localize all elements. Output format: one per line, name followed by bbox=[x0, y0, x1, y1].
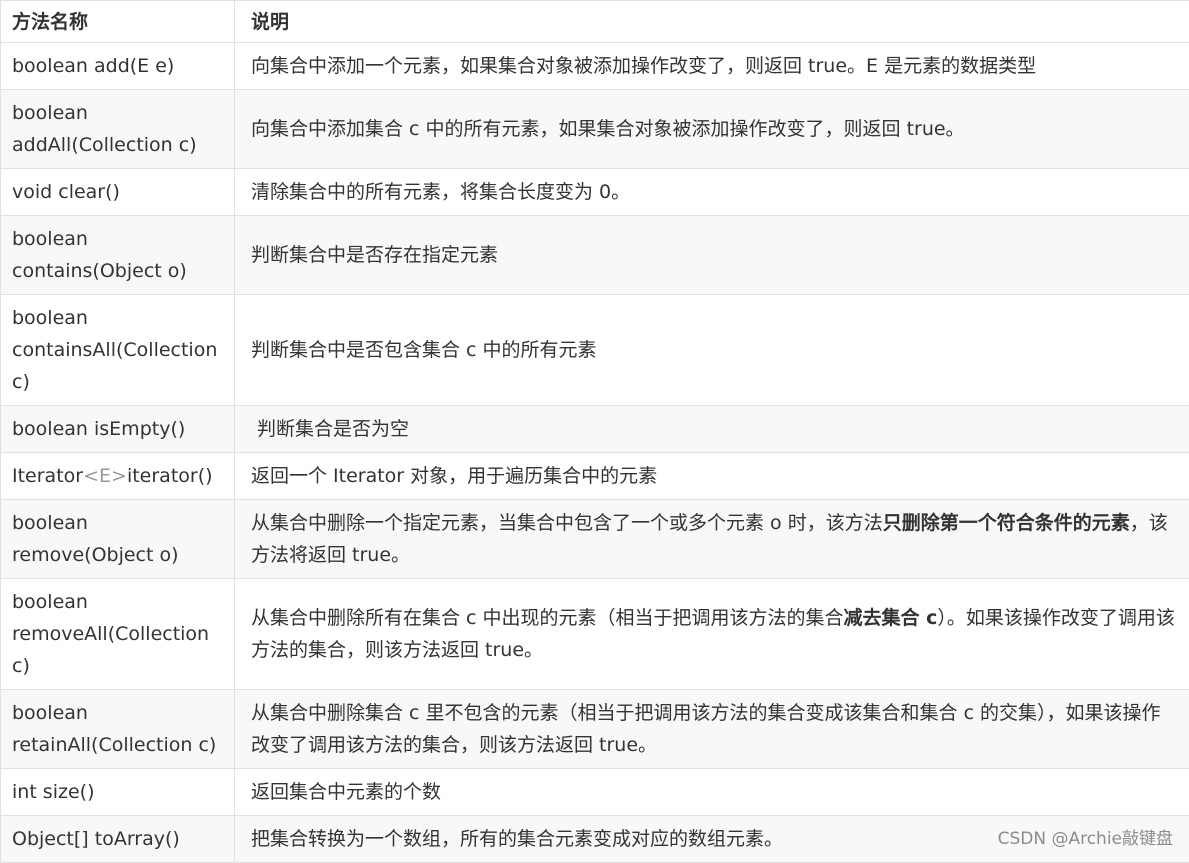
csdn-watermark: CSDN @Archie敲键盘 bbox=[998, 828, 1173, 850]
table-row: boolean contains(Object o) 判断集合中是否存在指定元素 bbox=[1, 216, 1189, 295]
table-row: boolean remove(Object o) 从集合中删除一个指定元素，当集… bbox=[1, 500, 1189, 579]
method-line: remove(Object o) bbox=[12, 544, 179, 566]
header-description: 说明 bbox=[235, 1, 1189, 43]
header-method-name: 方法名称 bbox=[1, 1, 235, 43]
description-cell: 判断集合中是否包含集合 c 中的所有元素 bbox=[235, 295, 1189, 406]
methods-table: 方法名称 说明 boolean add(E e) 向集合中添加一个元素，如果集合… bbox=[0, 0, 1189, 863]
description-cell: 判断集合中是否存在指定元素 bbox=[235, 216, 1189, 295]
method-line: c) bbox=[12, 371, 30, 393]
method-type: Iterator bbox=[12, 465, 83, 487]
description-text: 从集合中删除一个指定元素，当集合中包含了一个或多个元素 o 时，该方法 bbox=[251, 512, 883, 534]
method-line: boolean bbox=[12, 102, 88, 124]
table-row: void clear() 清除集合中的所有元素，将集合长度变为 0。 bbox=[1, 169, 1189, 216]
method-signature: iterator() bbox=[127, 465, 213, 487]
description-cell: 向集合中添加集合 c 中的所有元素，如果集合对象被添加操作改变了，则返回 tru… bbox=[235, 90, 1189, 169]
description-text: 从集合中删除所有在集合 c 中出现的元素（相当于把调用该方法的集合 bbox=[251, 607, 844, 629]
table-row: boolean add(E e) 向集合中添加一个元素，如果集合对象被添加操作改… bbox=[1, 43, 1189, 90]
method-line: removeAll(Collection bbox=[12, 623, 209, 645]
table-row: int size() 返回集合中元素的个数 bbox=[1, 769, 1189, 816]
description-cell: 判断集合是否为空 bbox=[235, 406, 1189, 453]
method-line: boolean bbox=[12, 702, 88, 724]
table-row: boolean addAll(Collection c) 向集合中添加集合 c … bbox=[1, 90, 1189, 169]
method-line: contains(Object o) bbox=[12, 260, 187, 282]
method-line: c) bbox=[12, 655, 30, 677]
method-cell: boolean removeAll(Collection c) bbox=[1, 579, 235, 690]
method-cell: boolean containsAll(Collection c) bbox=[1, 295, 235, 406]
method-line: containsAll(Collection bbox=[12, 339, 217, 361]
method-cell: boolean remove(Object o) bbox=[1, 500, 235, 579]
method-cell: boolean addAll(Collection c) bbox=[1, 90, 235, 169]
description-cell: 清除集合中的所有元素，将集合长度变为 0。 bbox=[235, 169, 1189, 216]
method-line: boolean bbox=[12, 512, 88, 534]
description-cell: 返回集合中元素的个数 bbox=[235, 769, 1189, 816]
generic-type-parameter: <E> bbox=[83, 465, 127, 487]
description-emphasis: 只删除第一个符合条件的元素 bbox=[883, 512, 1130, 534]
table-row: boolean retainAll(Collection c) 从集合中删除集合… bbox=[1, 690, 1189, 769]
method-cell: boolean add(E e) bbox=[1, 43, 235, 90]
method-line: boolean bbox=[12, 307, 88, 329]
description-cell: 从集合中删除所有在集合 c 中出现的元素（相当于把调用该方法的集合减去集合 c）… bbox=[235, 579, 1189, 690]
method-line: addAll(Collection c) bbox=[12, 134, 197, 156]
method-cell: boolean retainAll(Collection c) bbox=[1, 690, 235, 769]
method-line: retainAll(Collection c) bbox=[12, 734, 216, 756]
description-cell: 从集合中删除一个指定元素，当集合中包含了一个或多个元素 o 时，该方法只删除第一… bbox=[235, 500, 1189, 579]
description-emphasis: 减去集合 c bbox=[844, 607, 938, 629]
method-line: boolean bbox=[12, 228, 88, 250]
method-cell: boolean contains(Object o) bbox=[1, 216, 235, 295]
table-row: boolean removeAll(Collection c) 从集合中删除所有… bbox=[1, 579, 1189, 690]
table-row: boolean isEmpty() 判断集合是否为空 bbox=[1, 406, 1189, 453]
method-cell: Iterator<E>iterator() bbox=[1, 453, 235, 500]
table-row: boolean containsAll(Collection c) 判断集合中是… bbox=[1, 295, 1189, 406]
description-cell: 返回一个 Iterator 对象，用于遍历集合中的元素 bbox=[235, 453, 1189, 500]
method-cell: boolean isEmpty() bbox=[1, 406, 235, 453]
method-line: boolean bbox=[12, 591, 88, 613]
description-cell: 向集合中添加一个元素，如果集合对象被添加操作改变了，则返回 true。E 是元素… bbox=[235, 43, 1189, 90]
table-header-row: 方法名称 说明 bbox=[1, 1, 1189, 43]
method-cell: void clear() bbox=[1, 169, 235, 216]
method-cell: Object[] toArray() bbox=[1, 816, 235, 863]
method-cell: int size() bbox=[1, 769, 235, 816]
description-cell: 从集合中删除集合 c 里不包含的元素（相当于把调用该方法的集合变成该集合和集合 … bbox=[235, 690, 1189, 769]
table-row: Iterator<E>iterator() 返回一个 Iterator 对象，用… bbox=[1, 453, 1189, 500]
